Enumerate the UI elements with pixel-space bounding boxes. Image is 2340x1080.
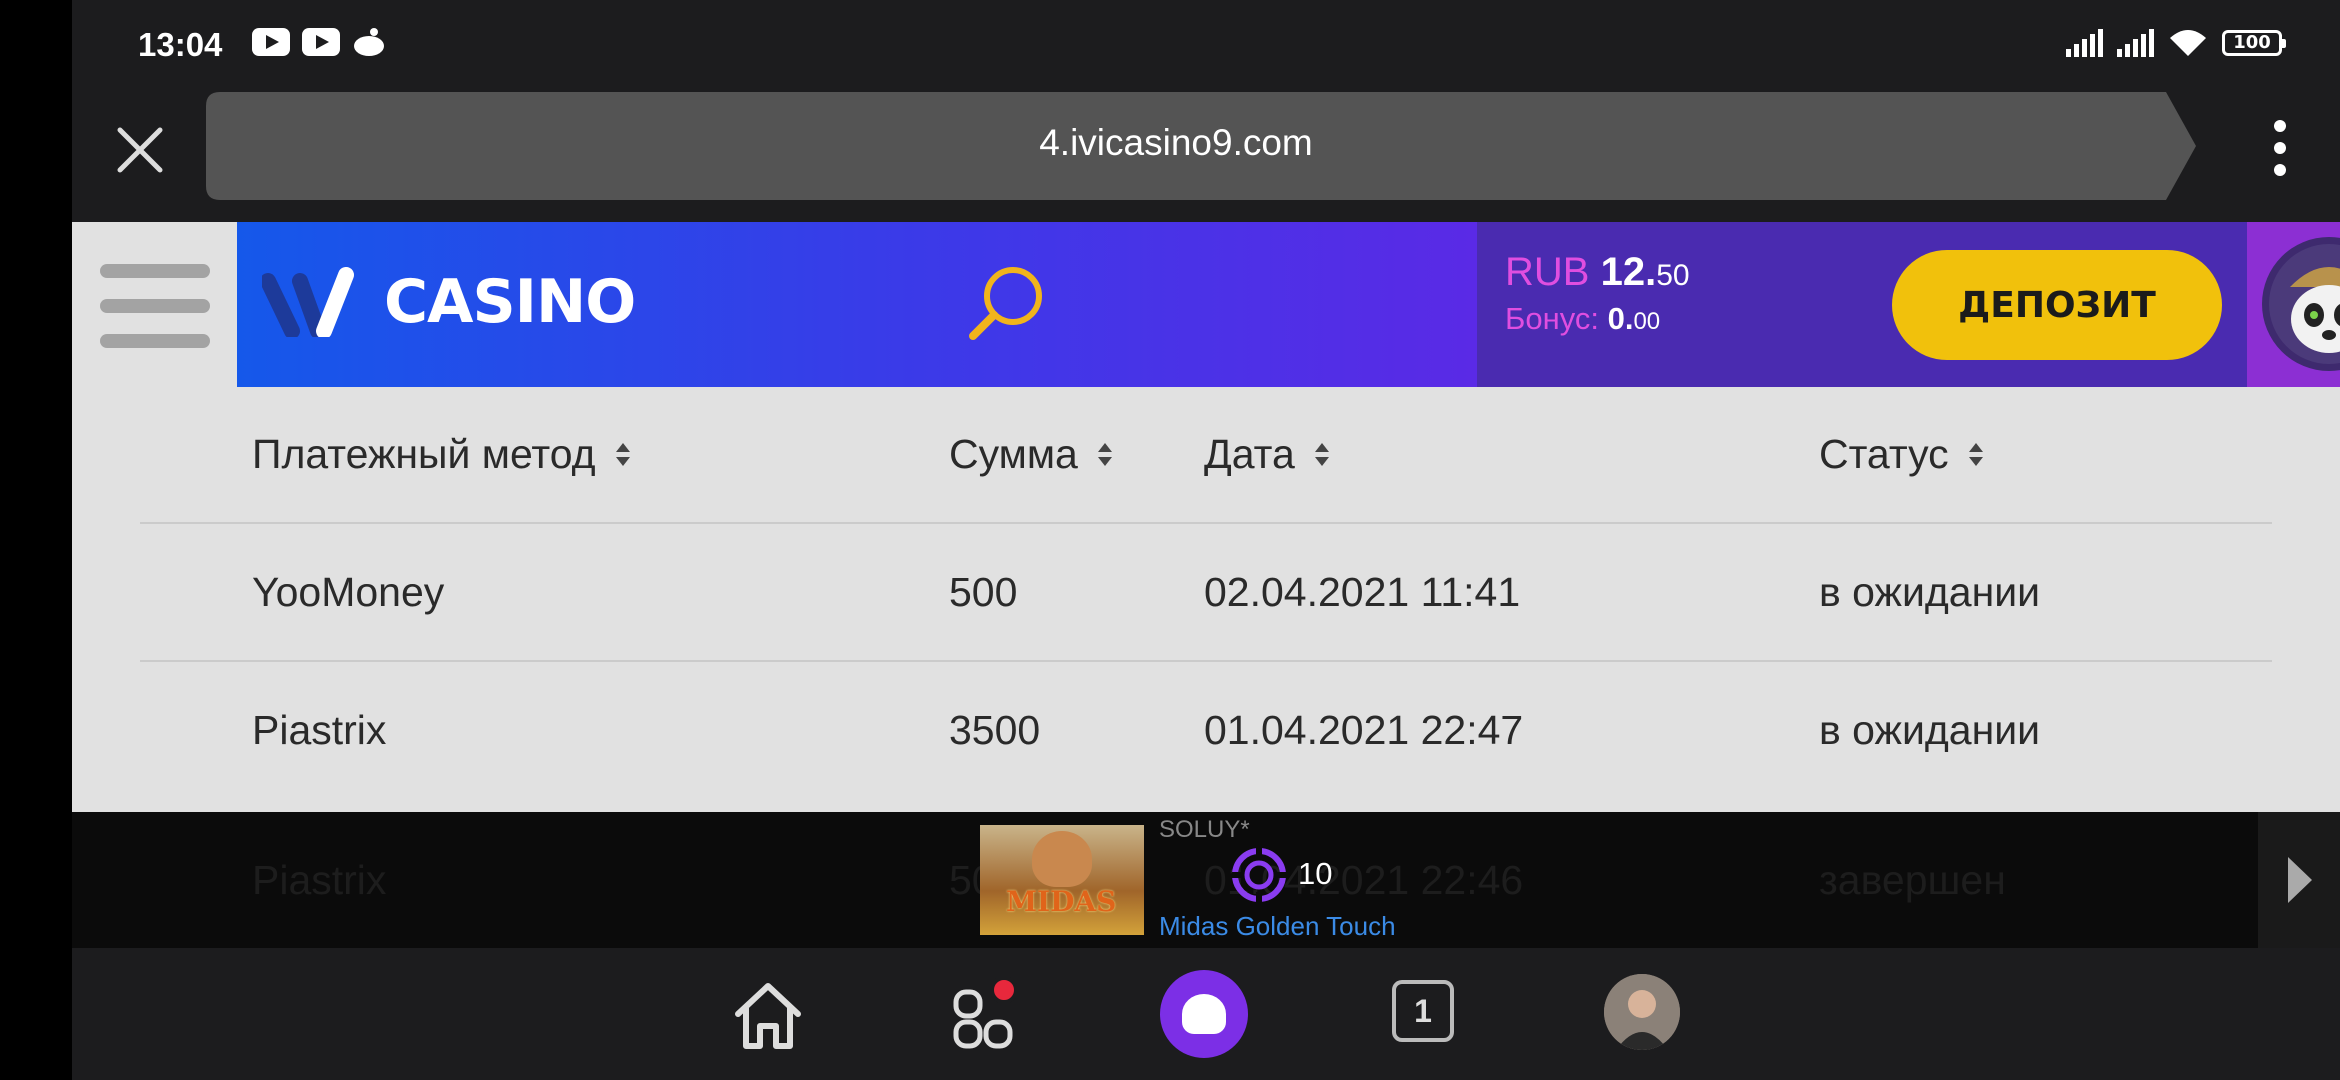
bonus-label: Бонус: <box>1505 301 1599 336</box>
cell-method: Piastrix <box>252 706 387 753</box>
url-text[interactable]: 4.ivicasino9.com <box>206 122 2146 164</box>
bonus-amount: 0. <box>1607 301 1634 336</box>
table-row: Piastrix 3500 01.04.2021 22:47 в ожидани… <box>140 662 2272 798</box>
logo-text: CASINO <box>384 267 636 337</box>
search-icon[interactable] <box>961 260 1051 350</box>
cell-status: завершен <box>1819 856 2006 903</box>
table-header: Платежный метод Сумма Дата Статус <box>140 387 2272 524</box>
notification-icons <box>252 28 386 56</box>
thumbnail-title: MIDAS <box>1006 885 1117 918</box>
browser-toolbar: 4.ivicasino9.com <box>72 92 2340 222</box>
cell-date: 01.04.2021 22:47 <box>1204 706 1524 753</box>
user-avatar[interactable] <box>1604 974 1680 1050</box>
coin-count: 10 <box>1298 856 1333 891</box>
cell-date: 02.04.2021 11:41 <box>1204 568 1521 615</box>
sort-icon[interactable] <box>1968 441 1983 469</box>
assistant-button[interactable] <box>1160 970 1248 1058</box>
ivi-logo-mark <box>262 267 354 337</box>
system-icons: 100 <box>2066 28 2286 58</box>
signal-icon <box>2117 29 2154 57</box>
more-menu-icon[interactable] <box>2274 120 2286 176</box>
phone-screen: 13:04 100 4.ivicasino9.com CASINO RUB 12… <box>72 0 2340 1080</box>
play-next-icon[interactable] <box>2258 812 2340 948</box>
hamburger-menu-icon[interactable] <box>100 264 210 348</box>
close-icon[interactable] <box>112 122 168 178</box>
balance-cents: 50 <box>1656 259 1690 292</box>
web-content: CASINO RUB 12.50 Бонус: 0.00 ДЕПОЗИТ Пла… <box>72 222 2340 812</box>
cell-method: Piastrix <box>252 856 387 903</box>
transactions-table: Платежный метод Сумма Дата Статус YooMon… <box>140 387 2272 798</box>
cell-amount: 500 <box>949 568 1018 615</box>
user-photo-icon <box>1604 974 1680 1050</box>
battery-icon: 100 <box>2222 30 2286 56</box>
wifi-icon <box>2170 30 2206 56</box>
column-header-date[interactable]: Дата <box>1204 387 1329 522</box>
bottom-navigation: 1 <box>72 948 2340 1080</box>
table-row: YooMoney 500 02.04.2021 11:41 в ожидании <box>140 524 2272 662</box>
video-title[interactable]: Midas Golden Touch <box>1159 911 1396 942</box>
tabs-counter-button[interactable]: 1 <box>1392 980 1454 1042</box>
column-header-method[interactable]: Платежный метод <box>252 387 630 522</box>
sort-icon[interactable] <box>1314 441 1329 469</box>
video-thumbnail[interactable]: MIDAS <box>980 825 1144 935</box>
status-bar: 13:04 100 <box>72 0 2340 92</box>
media-mini-player[interactable]: Piastrix 50 01.04.2021 22:46 завершен MI… <box>72 812 2340 948</box>
balance-currency: RUB <box>1505 250 1590 294</box>
deposit-button[interactable]: ДЕПОЗИТ <box>1892 250 2222 360</box>
sort-icon[interactable] <box>615 441 630 469</box>
reddit-icon <box>352 28 386 56</box>
cell-status: в ожидании <box>1819 568 2041 615</box>
bonus-cents: 00 <box>1633 308 1661 335</box>
cell-method: YooMoney <box>252 568 445 615</box>
youtube-icon <box>252 28 290 56</box>
balance-amount: 12. <box>1600 250 1657 294</box>
cell-status: в ожидании <box>1819 706 2041 753</box>
apps-grid-icon[interactable] <box>948 976 1028 1056</box>
column-header-status[interactable]: Статус <box>1819 387 1983 522</box>
home-icon[interactable] <box>728 976 808 1056</box>
column-header-amount[interactable]: Сумма <box>949 387 1112 522</box>
coin-icon <box>1232 848 1286 902</box>
signal-icon <box>2066 29 2103 57</box>
channel-name: SOLUY* <box>1159 816 1250 843</box>
balance-panel: RUB 12.50 Бонус: 0.00 ДЕПОЗИТ <box>1477 222 2247 387</box>
sort-icon[interactable] <box>1097 441 1112 469</box>
balance-info[interactable]: RUB 12.50 Бонус: 0.00 <box>1505 250 1690 337</box>
site-header: CASINO <box>237 222 1477 387</box>
youtube-icon <box>302 28 340 56</box>
casino-logo[interactable]: CASINO <box>262 267 636 337</box>
status-time: 13:04 <box>138 26 223 63</box>
cell-amount: 3500 <box>949 706 1041 753</box>
